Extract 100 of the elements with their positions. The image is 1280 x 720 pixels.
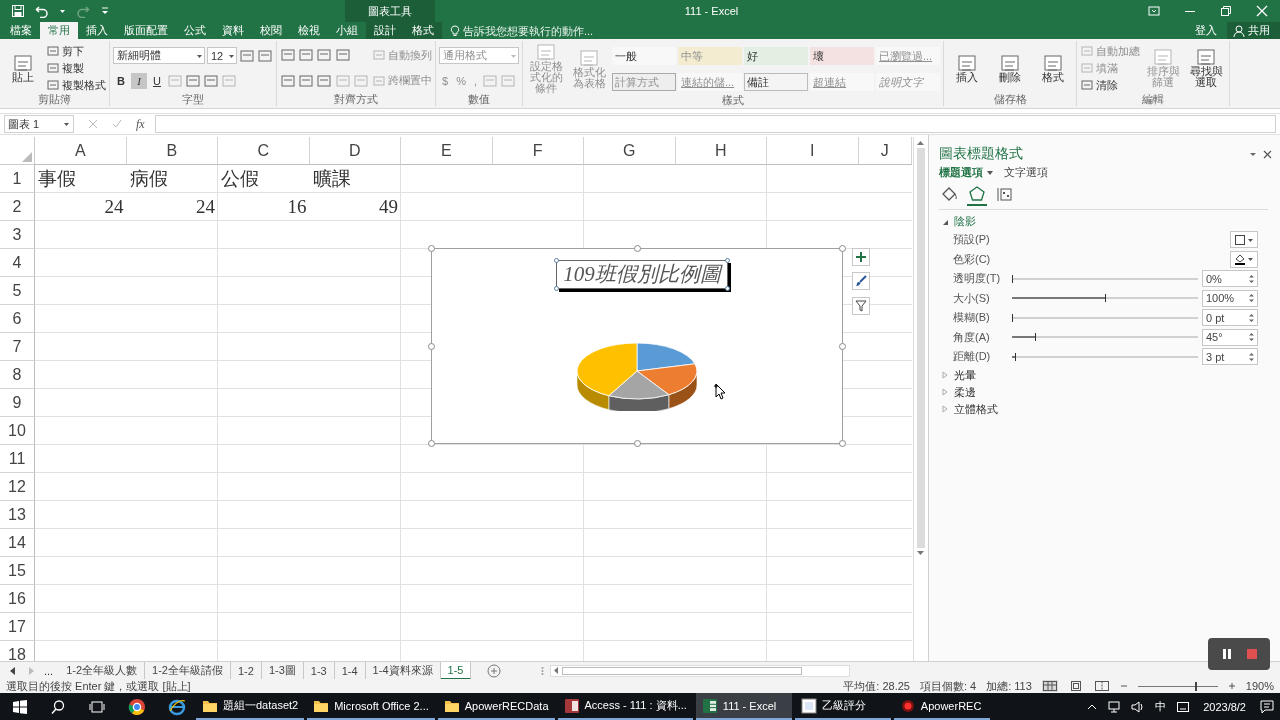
row-header[interactable]: 9: [0, 389, 35, 417]
pie-chart-drawing[interactable]: [575, 341, 699, 411]
column-header[interactable]: J: [858, 137, 912, 165]
previous-sheet-icon[interactable]: [8, 665, 18, 676]
more-sheets-button[interactable]: ...: [44, 664, 54, 677]
insert-function-button[interactable]: fx: [136, 116, 145, 132]
taskbar-button[interactable]: ApowerREC: [893, 693, 990, 720]
resize-handle[interactable]: [428, 245, 435, 252]
column-header[interactable]: A: [35, 137, 127, 165]
resize-handle[interactable]: [428, 343, 435, 350]
taskbar-button[interactable]: Access - 111 : 資料...: [557, 693, 693, 720]
ribbon-button[interactable]: 刪除: [990, 53, 1030, 83]
resize-handle[interactable]: [839, 440, 846, 447]
taskbar-button[interactable]: Microsoft Office 2...: [307, 693, 435, 720]
spin-field[interactable]: 0 pt: [1202, 309, 1258, 327]
cell-style[interactable]: 備註: [744, 72, 808, 91]
chart-filter-button[interactable]: [852, 297, 870, 315]
ribbon-button[interactable]: 插入: [947, 53, 987, 83]
row-header[interactable]: 11: [0, 445, 35, 473]
network-icon[interactable]: [1107, 699, 1122, 714]
ribbon-tab[interactable]: 格式: [404, 22, 442, 39]
row-header[interactable]: 5: [0, 277, 35, 305]
ribbon-tab[interactable]: 資料: [214, 22, 252, 39]
format-button[interactable]: B: [113, 73, 129, 89]
ribbon-button[interactable]: 尋找與選取: [1186, 48, 1226, 88]
ribbon-tab[interactable]: 檔案: [2, 22, 40, 39]
ribbon-button[interactable]: 清除: [1080, 78, 1118, 92]
row-header[interactable]: 16: [0, 585, 35, 613]
row-header[interactable]: 10: [0, 417, 35, 445]
ribbon-tab[interactable]: 插入: [78, 22, 116, 39]
chart-elements-button[interactable]: [852, 248, 870, 266]
row-header[interactable]: 3: [0, 221, 35, 249]
taskbar-button[interactable]: ApowerRECData: [437, 693, 555, 720]
row-header[interactable]: 14: [0, 529, 35, 557]
undo-icon[interactable]: [35, 4, 49, 18]
ribbon-button[interactable]: 貼上: [3, 53, 43, 83]
ribbon-tab[interactable]: 版面配置: [116, 22, 176, 39]
browser-icon[interactable]: [168, 697, 186, 716]
section-header[interactable]: 陰影: [941, 213, 1280, 230]
resize-handle[interactable]: [428, 440, 435, 447]
ribbon-tab[interactable]: 公式: [176, 22, 214, 39]
cell-style[interactable]: 壞: [810, 46, 874, 65]
chart-styles-button[interactable]: [852, 272, 870, 290]
cell-style[interactable]: 好: [744, 46, 808, 65]
row-header[interactable]: 8: [0, 361, 35, 389]
format-button[interactable]: I: [131, 73, 147, 89]
pause-icon[interactable]: [1220, 648, 1233, 660]
taskbar-button[interactable]: 111 - Excel: [695, 693, 792, 720]
taskbar-button[interactable]: 題組一dataset2: [196, 693, 305, 720]
section-header[interactable]: 立體格式: [941, 400, 1280, 418]
sign-in-link[interactable]: 登入: [1195, 23, 1217, 38]
row-header[interactable]: 7: [0, 333, 35, 361]
row-header[interactable]: 17: [0, 613, 35, 641]
row-header[interactable]: 1: [0, 165, 35, 193]
spin-field[interactable]: 100%: [1202, 289, 1258, 307]
font-size-field[interactable]: 12: [207, 47, 237, 64]
restore-icon[interactable]: [1220, 5, 1232, 17]
resize-handle[interactable]: [634, 440, 641, 447]
row-header[interactable]: 6: [0, 305, 35, 333]
taskbar-date[interactable]: 2023/8/2: [1203, 700, 1246, 713]
selection-handle[interactable]: [554, 258, 560, 263]
scroll-thumb[interactable]: [562, 666, 803, 675]
ribbon-button[interactable]: 剪下: [46, 44, 84, 58]
ribbon-tab[interactable]: 設計: [366, 22, 404, 39]
shadow-preset-dropdown[interactable]: [1230, 231, 1258, 249]
cell-style[interactable]: 一般: [612, 46, 676, 65]
ribbon-display-icon[interactable]: [1148, 5, 1160, 17]
section-header[interactable]: 光暈: [941, 366, 1280, 384]
ribbon-button[interactable]: 複製格式: [46, 78, 106, 92]
ribbon-button[interactable]: 複製: [46, 61, 84, 75]
chart-title[interactable]: 109班假別比例圖: [556, 260, 728, 289]
row-header[interactable]: 13: [0, 501, 35, 529]
selection-handle[interactable]: [554, 286, 560, 291]
row-header[interactable]: 15: [0, 557, 35, 585]
column-header[interactable]: E: [401, 137, 493, 165]
zoom-in-icon[interactable]: [1227, 682, 1236, 690]
tell-me-field[interactable]: 告訴我您想要執行的動作...: [450, 22, 663, 39]
scroll-left-icon[interactable]: [552, 666, 561, 675]
resize-handle[interactable]: [839, 343, 846, 350]
pane-menu-icon[interactable]: [1249, 150, 1257, 158]
column-header[interactable]: G: [584, 137, 676, 165]
selection-handle[interactable]: [724, 286, 730, 291]
spin-field[interactable]: 3 pt: [1202, 348, 1258, 366]
zoom-slider-thumb[interactable]: [1195, 681, 1198, 691]
column-header[interactable]: B: [126, 137, 218, 165]
taskbar-button[interactable]: 乙級評分: [794, 693, 891, 720]
row-header[interactable]: 2: [0, 193, 35, 221]
font-name-field[interactable]: 新細明體: [113, 47, 205, 64]
row-header[interactable]: 4: [0, 249, 35, 277]
pane-tab[interactable]: 標題選項: [939, 165, 994, 180]
spin-field[interactable]: 45°: [1202, 328, 1258, 346]
name-box[interactable]: 圖表 1: [4, 115, 74, 133]
task-view-icon[interactable]: [88, 698, 106, 715]
page-break-icon[interactable]: [1093, 680, 1110, 692]
column-header[interactable]: C: [218, 137, 310, 165]
share-button[interactable]: 共用: [1227, 22, 1280, 39]
vertical-scrollbar[interactable]: [913, 137, 927, 661]
notification-icon[interactable]: [1259, 698, 1275, 715]
resize-handle[interactable]: [634, 245, 641, 252]
close-icon[interactable]: [1263, 149, 1272, 159]
